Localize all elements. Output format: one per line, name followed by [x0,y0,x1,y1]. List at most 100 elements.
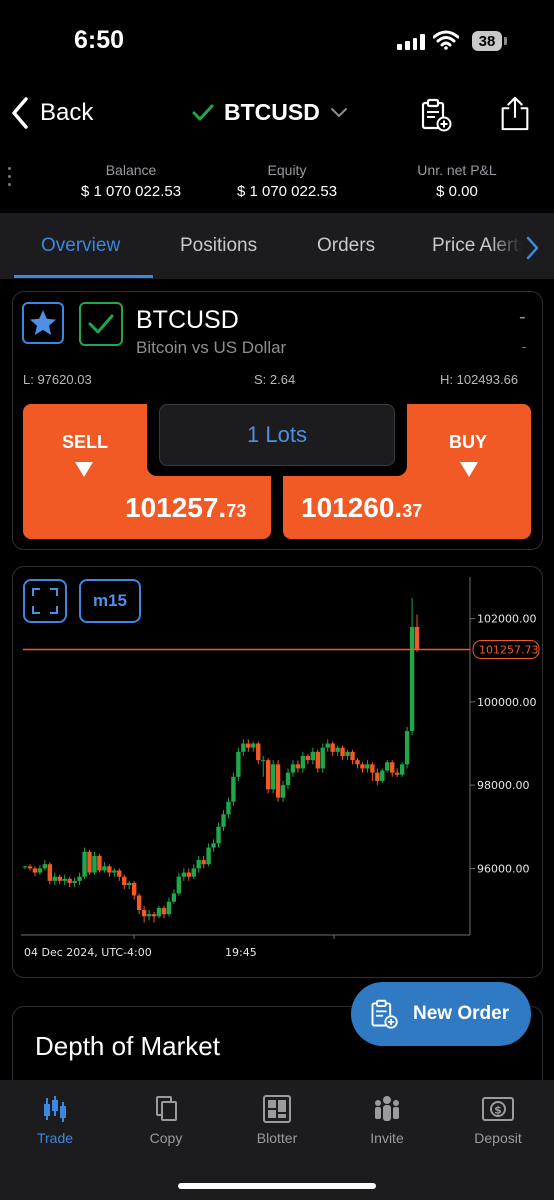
oneclick-toggle-button[interactable] [79,302,123,346]
sell-arrow-icon [75,462,93,477]
candle-body [290,764,296,773]
candle-body [161,907,167,915]
buy-label: BUY [449,432,488,452]
high-value: H: 102493.66 [440,372,519,387]
candle-body [414,626,420,650]
chevron-right-icon[interactable] [524,235,540,261]
instrument-description: Bitcoin vs US Dollar [136,338,287,357]
candle-body [394,772,400,775]
candle-body [380,770,385,781]
bottom-tab-trade[interactable]: Trade [10,1094,100,1146]
candle-body [251,743,256,748]
new-order-button[interactable]: New Order [351,982,531,1046]
lots-selector[interactable]: 1 Lots [159,404,395,466]
favorite-button[interactable] [22,302,64,344]
bottom-tab-blotter[interactable]: Blotter [232,1094,322,1146]
candle-body [365,764,370,769]
candle-body [181,872,186,877]
bottom-tab-copy[interactable]: Copy [121,1094,211,1146]
candle-body [385,762,390,771]
home-indicator [178,1183,376,1189]
candle-body [22,866,28,868]
bottom-tab-deposit-label: Deposit [474,1130,522,1146]
candlestick-icon [44,1096,66,1122]
expand-icon [32,588,58,614]
back-label: Back [40,99,94,126]
current-price-label: 101257.73 [479,644,539,657]
candle-body [206,847,211,865]
low-value: L: 97620.03 [23,372,92,387]
candle-body [236,751,241,777]
battery-tip [504,37,507,45]
candle-body [231,776,236,802]
people-icon [375,1096,399,1121]
candle-body [246,743,251,748]
candle-body [52,876,57,881]
tab-overview[interactable]: Overview [41,235,120,257]
buy-price: 101260.37 [301,492,423,523]
candle-body [136,895,142,911]
candle-body [176,876,182,894]
new-order-label: New Order [413,1003,510,1024]
cellular-signal-icon [397,34,425,50]
candle-body [285,772,291,786]
candle-body [275,764,281,798]
sell-label: SELL [62,432,109,452]
timeframe-button[interactable]: m15 [79,579,141,623]
candle-body [151,914,157,917]
tab-positions[interactable]: Positions [180,235,257,257]
candle-body [146,914,152,917]
y-tick-label: 96000.00 [477,862,530,875]
bottom-tab-invite[interactable]: Invite [342,1094,432,1146]
candle-body [112,870,117,873]
check-icon [192,104,214,120]
candle-body [241,743,246,752]
candle-body [305,756,311,761]
candle-body [355,760,360,765]
candle-body [92,855,97,873]
candle-body [201,860,206,865]
candle-body [156,907,162,917]
star-icon [30,310,56,335]
candle-body [320,747,325,769]
candle-body [47,864,53,881]
candle-body [335,747,340,752]
price-chart[interactable]: 102000.00 100000.00 98000.00 96000.00 04 Dec… [13,567,541,975]
candle-body [360,764,365,769]
clipboard-add-icon[interactable] [419,97,453,133]
account-summary: Balance $ 1 070 022.53 Equity $ 1 070 02… [0,152,554,212]
back-button[interactable]: Back [10,96,93,130]
x-date-label: 04 Dec 2024, UTC-4:00 [24,946,152,959]
candle-body [270,764,276,790]
chevron-down-icon [330,107,347,117]
candle-body [141,910,147,917]
tab-bar: Overview Positions Orders Price Alerts [0,213,554,279]
x-time-label: 19:45 [225,946,257,959]
pnl-label: Unr. net P&L [417,162,497,178]
candle-body [37,868,43,873]
candle-body [97,855,102,871]
candle-body [122,876,127,886]
chevron-left-icon [12,97,28,129]
status-time: 6:50 [74,26,125,54]
candle-body [127,882,132,886]
clipboard-add-icon [371,999,398,1029]
blotter-icon [263,1095,291,1123]
svg-text:$: $ [494,1104,502,1117]
bottom-tab-bar: Trade Copy Blotter Invite $ Deposit [0,1080,554,1200]
candle-body [256,743,261,761]
candle-body [330,743,335,752]
equity-label: Equity [267,162,307,178]
bottom-tab-blotter-label: Blotter [256,1130,298,1146]
candle-body [226,801,231,815]
tab-orders[interactable]: Orders [317,235,375,257]
bottom-tab-deposit[interactable]: $ Deposit [453,1094,543,1146]
symbol-selector[interactable]: BTCUSD [192,99,348,126]
fullscreen-button[interactable] [23,579,67,623]
candle-body [265,760,271,790]
copy-icon [156,1096,177,1121]
bottom-tab-trade-label: Trade [36,1130,74,1146]
candle-body [107,866,112,873]
share-icon[interactable] [498,95,532,131]
battery-icon: 38 [472,31,502,51]
